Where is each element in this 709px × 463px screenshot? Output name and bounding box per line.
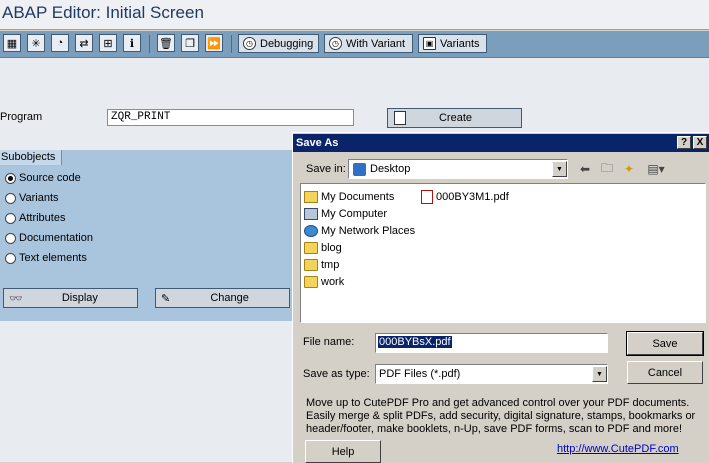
other-object-icon[interactable]: ✳ bbox=[27, 34, 45, 52]
list-item[interactable]: My Network Places bbox=[304, 223, 415, 239]
dialog-title: Save As bbox=[296, 137, 339, 149]
chevron-down-icon[interactable]: ▼ bbox=[592, 366, 607, 382]
radio-label: Documentation bbox=[19, 232, 93, 244]
create-label: Create bbox=[438, 112, 473, 124]
debugging-label: Debugging bbox=[260, 37, 314, 50]
close-button[interactable]: X bbox=[693, 136, 707, 149]
file-name: work bbox=[321, 276, 345, 288]
radio-source-code[interactable]: Source code bbox=[5, 170, 81, 186]
radio-variants[interactable]: Variants bbox=[5, 190, 59, 206]
network-places-icon bbox=[304, 225, 318, 237]
subobjects-tab: Subobjects bbox=[0, 150, 63, 165]
my-computer-icon bbox=[304, 208, 318, 220]
where-used-icon[interactable]: ⊞ bbox=[99, 34, 117, 52]
file-name: tmp bbox=[321, 259, 340, 271]
with-variant-button[interactable]: ◷ With Variant bbox=[324, 34, 413, 53]
list-item[interactable]: blog bbox=[304, 240, 342, 256]
file-name: My Network Places bbox=[321, 225, 416, 237]
folder-icon bbox=[304, 242, 318, 254]
delete-icon[interactable]: 🗑 bbox=[157, 34, 175, 52]
help-button[interactable]: Help bbox=[305, 440, 381, 463]
glasses-icon: 👓 bbox=[9, 292, 23, 305]
radio-label: Attributes bbox=[19, 212, 66, 224]
radio-label: Source code bbox=[19, 172, 81, 184]
with-variant-label: With Variant bbox=[346, 37, 406, 50]
folder-icon bbox=[304, 276, 318, 288]
program-input[interactable]: ZQR_PRINT bbox=[107, 109, 354, 126]
variants-label: Variants bbox=[440, 37, 480, 50]
view-menu-icon[interactable]: ▤▾ bbox=[643, 161, 669, 177]
toolbar-separator bbox=[149, 35, 150, 53]
help-caption-button[interactable]: ? bbox=[677, 136, 691, 149]
list-item[interactable]: tmp bbox=[304, 257, 339, 273]
variants-button[interactable]: ▣ Variants bbox=[418, 34, 487, 53]
copy-icon[interactable]: ❐ bbox=[181, 34, 199, 52]
new-document-icon bbox=[394, 111, 406, 125]
save-button[interactable]: Save bbox=[626, 331, 704, 356]
file-list[interactable]: My Documents My Computer My Network Plac… bbox=[300, 183, 706, 323]
change-button[interactable]: ✎ Change bbox=[155, 288, 290, 308]
cutepdf-link[interactable]: http://www.CutePDF.com bbox=[557, 443, 679, 455]
promo-text: Move up to CutePDF Pro and get advanced … bbox=[306, 397, 696, 435]
save-as-type-dropdown[interactable]: PDF Files (*.pdf) ▼ bbox=[375, 364, 608, 384]
pencil-icon: ✎ bbox=[161, 292, 171, 305]
up-folder-icon[interactable]: 🗀 bbox=[598, 161, 616, 177]
save-in-label: Save in: bbox=[306, 163, 346, 175]
radio-label: Text elements bbox=[19, 252, 87, 264]
list-item[interactable]: My Computer bbox=[304, 206, 387, 222]
radio-button[interactable] bbox=[5, 192, 16, 204]
radio-text-elements[interactable]: Text elements bbox=[5, 250, 87, 266]
change-label: Change bbox=[210, 292, 249, 304]
create-button[interactable]: Create bbox=[387, 108, 522, 128]
activate-icon[interactable]: ⇄ bbox=[75, 34, 93, 52]
new-folder-icon[interactable]: ✦ bbox=[620, 161, 638, 177]
save-as-type-label: Save as type: bbox=[303, 368, 370, 380]
save-in-dropdown[interactable]: Desktop ▼ bbox=[348, 159, 568, 179]
list-item[interactable]: work bbox=[304, 274, 344, 290]
screen-title: ABAP Editor: Initial Screen bbox=[2, 3, 204, 22]
info-icon[interactable]: ℹ bbox=[123, 34, 141, 52]
chevron-down-icon[interactable]: ▼ bbox=[552, 161, 567, 177]
folder-icon bbox=[304, 259, 318, 271]
list-item[interactable]: My Documents bbox=[304, 189, 394, 205]
display-object-list-icon[interactable]: ▦ bbox=[3, 34, 21, 52]
desktop-icon bbox=[353, 162, 366, 176]
file-name: My Documents bbox=[321, 191, 395, 203]
save-in-value: Desktop bbox=[370, 163, 411, 175]
title-separator bbox=[0, 29, 709, 30]
save-as-type-value: PDF Files (*.pdf) bbox=[379, 368, 461, 380]
check-icon[interactable]: ◔ bbox=[51, 34, 69, 52]
file-name-value: 000BYBsX.pdf bbox=[378, 336, 452, 348]
clock-icon: ◷ bbox=[243, 37, 256, 50]
radio-button[interactable] bbox=[5, 172, 16, 184]
radio-button[interactable] bbox=[5, 252, 16, 264]
radio-button[interactable] bbox=[5, 232, 16, 244]
file-name-input[interactable]: 000BYBsX.pdf bbox=[375, 333, 608, 353]
pdf-file-icon bbox=[421, 190, 433, 204]
program-label: Program bbox=[0, 111, 43, 123]
clock-icon: ◷ bbox=[329, 37, 342, 50]
radio-button[interactable] bbox=[5, 212, 16, 224]
variants-icon: ▣ bbox=[423, 37, 436, 50]
dialog-titlebar: Save As ? X bbox=[293, 134, 709, 152]
my-documents-icon bbox=[304, 191, 318, 203]
radio-documentation[interactable]: Documentation bbox=[5, 230, 93, 246]
cancel-button[interactable]: Cancel bbox=[627, 361, 703, 384]
radio-attributes[interactable]: Attributes bbox=[5, 210, 65, 226]
toolbar-separator bbox=[231, 35, 232, 53]
file-name-label: File name: bbox=[303, 336, 355, 348]
file-name: My Computer bbox=[321, 208, 388, 220]
radio-label: Variants bbox=[19, 192, 59, 204]
debugging-button[interactable]: ◷ Debugging bbox=[238, 34, 319, 53]
list-item[interactable]: 000BY3M1.pdf bbox=[421, 189, 509, 205]
display-button[interactable]: 👓 Display bbox=[3, 288, 138, 308]
display-label: Display bbox=[61, 292, 98, 304]
execute-icon[interactable]: ⏩ bbox=[205, 34, 223, 52]
file-name: blog bbox=[321, 242, 342, 254]
back-arrow-icon[interactable]: ⬅ bbox=[576, 161, 594, 177]
file-name: 000BY3M1.pdf bbox=[436, 191, 509, 203]
